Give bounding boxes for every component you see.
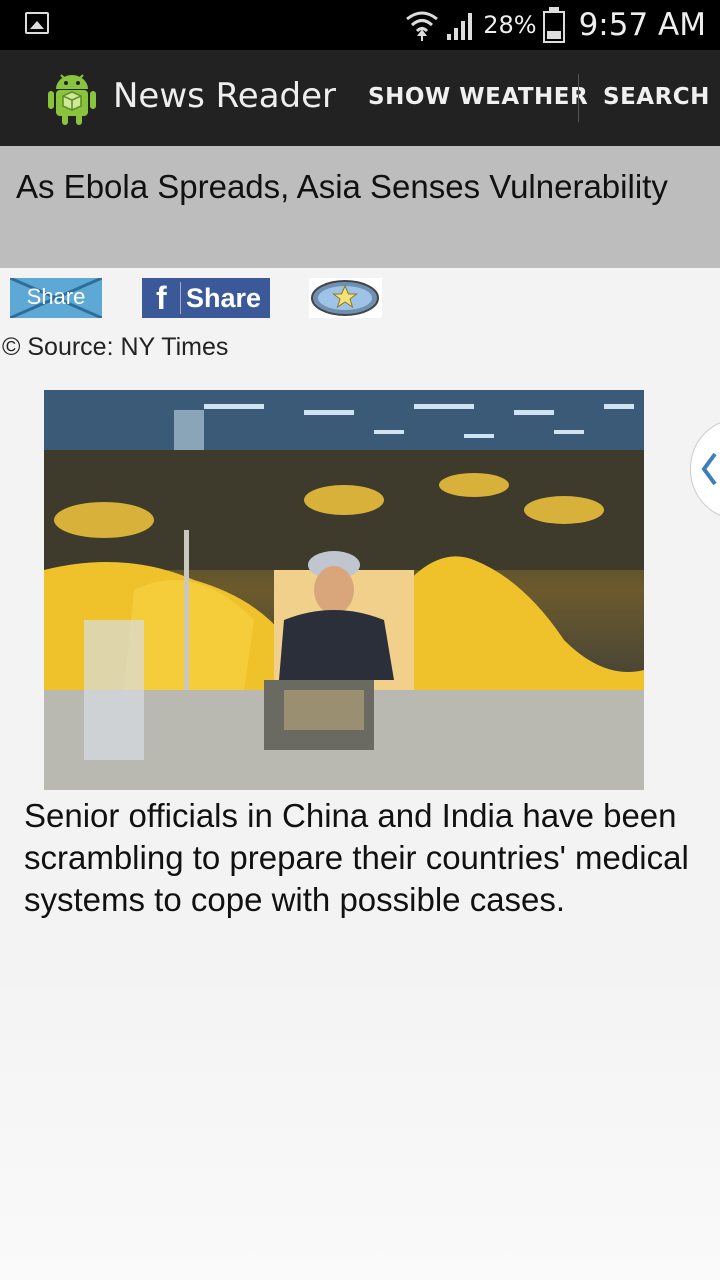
favorite-button[interactable] <box>309 278 382 318</box>
android-icon[interactable] <box>47 72 97 126</box>
facebook-share-button[interactable]: f Share <box>142 278 270 318</box>
clock: 9:57 AM <box>578 7 706 43</box>
battery-icon <box>542 7 565 43</box>
app-title: News Reader <box>113 76 337 116</box>
action-bar: News Reader SHOW WEATHER SEARCH <box>0 50 720 146</box>
empty-content-area <box>0 970 720 1280</box>
twitter-share-button[interactable]: Share <box>10 278 102 318</box>
show-weather-button[interactable]: SHOW WEATHER <box>368 84 588 110</box>
chevron-left-icon <box>701 452 717 486</box>
action-divider <box>578 74 579 122</box>
wifi-icon <box>406 11 439 41</box>
status-bar: 28% 9:57 AM <box>0 0 720 50</box>
article-summary: Senior officials in China and India have… <box>24 797 689 918</box>
star-icon <box>311 280 379 316</box>
search-button[interactable]: SEARCH <box>603 84 710 110</box>
signal-icon <box>447 13 473 40</box>
status-icons: 28% 9:57 AM <box>405 0 706 50</box>
article-photo <box>44 390 644 790</box>
gallery-notification-icon <box>25 12 49 34</box>
article-source: © Source: NY Times <box>2 333 229 361</box>
headline-bar: As Ebola Spreads, Asia Senses Vulnerabil… <box>0 146 720 268</box>
drawer-handle[interactable] <box>690 418 720 520</box>
battery-percent: 28% <box>483 11 537 39</box>
article-headline: As Ebola Spreads, Asia Senses Vulnerabil… <box>16 168 668 205</box>
facebook-icon: f <box>156 280 167 316</box>
facebook-share-label: Share <box>186 283 262 313</box>
twitter-share-label: Share <box>26 284 86 309</box>
